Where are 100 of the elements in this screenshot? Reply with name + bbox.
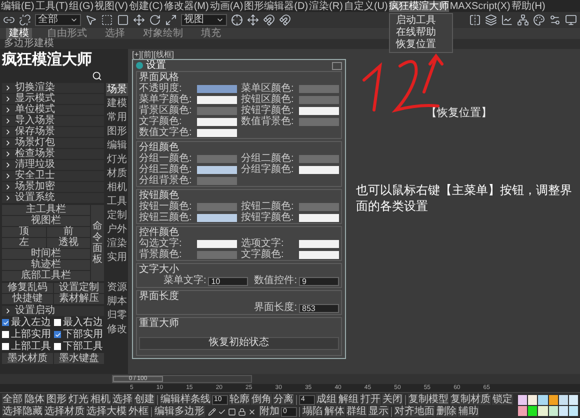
unlink-icon[interactable] xyxy=(19,14,31,26)
color-swatch[interactable] xyxy=(197,176,237,184)
color-swatch[interactable] xyxy=(299,154,339,162)
ribbon-tab[interactable]: 建模 xyxy=(6,28,32,39)
color-swatch[interactable] xyxy=(197,106,237,114)
color-swatch[interactable] xyxy=(299,106,339,114)
palette-swatch[interactable] xyxy=(518,395,528,405)
panel-item[interactable]: 切换渲染 xyxy=(2,83,104,93)
panel-item[interactable]: 清理垃圾 xyxy=(2,160,104,170)
menu-item[interactable]: 视图(V) xyxy=(94,0,128,12)
link-icon[interactable] xyxy=(3,14,15,26)
toolbar-button[interactable]: 选择大模 xyxy=(86,406,127,417)
side-tab[interactable]: 灯光 xyxy=(106,153,128,166)
layout-button[interactable]: 轨迹栏 xyxy=(2,260,90,270)
toolbar-button[interactable]: 轮廓 xyxy=(229,394,250,405)
color-swatch[interactable] xyxy=(299,214,339,222)
mirror-icon[interactable] xyxy=(469,14,481,26)
palette-swatch[interactable] xyxy=(518,406,528,416)
palette-swatch[interactable] xyxy=(548,406,558,416)
color-swatch[interactable] xyxy=(197,128,237,136)
palette-swatch[interactable] xyxy=(548,395,558,405)
checkbox[interactable] xyxy=(2,331,9,338)
menu-item[interactable]: MAXScript(X) xyxy=(450,0,510,12)
toolbar-button[interactable]: 选择隐藏 xyxy=(2,406,43,417)
toolbar-button[interactable]: 删除 xyxy=(436,406,457,417)
render-frame-icon[interactable] xyxy=(565,14,577,26)
toolbar-button[interactable]: 复制材质 xyxy=(450,394,491,405)
panel-item[interactable]: 检查场景 xyxy=(2,149,104,159)
side-tab[interactable]: 常用 xyxy=(106,111,128,124)
side-tab[interactable]: 实用 xyxy=(106,251,128,264)
toolbar-button[interactable]: 相机 xyxy=(90,394,111,405)
menu-item[interactable]: 组(G) xyxy=(69,0,94,12)
toolbar-button[interactable]: 显示 xyxy=(368,406,389,417)
toolbar-button[interactable]: 图形 xyxy=(46,394,67,405)
move-icon[interactable] xyxy=(247,14,259,26)
color-swatch[interactable] xyxy=(197,154,237,162)
palette-swatch[interactable] xyxy=(538,406,548,416)
layout-button[interactable]: 左 xyxy=(2,238,46,248)
window-icon[interactable] xyxy=(117,14,129,26)
toolbar-button[interactable]: 选择材质 xyxy=(44,406,85,417)
palette-swatch[interactable] xyxy=(568,406,578,416)
layout-button[interactable]: 透视 xyxy=(46,238,90,248)
color-swatch[interactable] xyxy=(197,250,237,258)
side-tab[interactable]: 户外 xyxy=(106,223,128,236)
schematic-icon[interactable] xyxy=(517,14,529,26)
number-field[interactable]: 10 xyxy=(208,276,248,286)
reset-button[interactable]: 恢复初始状态 xyxy=(139,336,339,350)
palette-swatch[interactable] xyxy=(568,395,578,405)
tool-button[interactable]: 墨水键盘 xyxy=(54,353,104,364)
toolbar-button[interactable]: 打开 xyxy=(360,394,381,405)
toolbar-button[interactable]: 复制模型 xyxy=(408,394,449,405)
checkbox[interactable] xyxy=(54,319,61,326)
pivot-icon[interactable] xyxy=(231,14,243,26)
search-icon[interactable] xyxy=(92,71,102,81)
ribbon-tab[interactable]: 自由形式 xyxy=(44,28,90,39)
color-swatch[interactable] xyxy=(299,250,339,258)
scale-icon[interactable] xyxy=(165,14,177,26)
menu-item[interactable]: 工具(T) xyxy=(35,0,68,12)
tool-button[interactable]: 修复乱码 xyxy=(2,283,52,293)
ribbon-tab[interactable]: 填充 xyxy=(198,28,224,39)
side-tab[interactable]: 修改 xyxy=(106,323,128,336)
color-swatch[interactable] xyxy=(299,202,339,210)
color-swatch[interactable] xyxy=(197,118,237,126)
palette-swatch[interactable] xyxy=(528,406,538,416)
palette-swatch[interactable] xyxy=(528,395,538,405)
tool-button[interactable]: 设置定制 xyxy=(54,283,104,293)
menu-item[interactable]: 创建(C) xyxy=(128,0,163,12)
checkbox[interactable] xyxy=(54,331,61,338)
palette-swatch[interactable] xyxy=(558,406,568,416)
toolbar-button[interactable]: 外框 xyxy=(128,406,149,417)
coordinate-dropdown[interactable]: 视图 xyxy=(181,14,227,26)
select-icon[interactable] xyxy=(85,14,97,26)
side-tab[interactable]: 归零 xyxy=(106,309,128,322)
side-tab[interactable]: 图形 xyxy=(106,125,128,138)
toolbar-button[interactable]: 编辑样条线 xyxy=(160,394,211,405)
panel-item[interactable]: 设置系统 xyxy=(2,193,104,203)
side-tab[interactable]: 资源 xyxy=(106,281,128,294)
menu-item[interactable]: 帮助(H) xyxy=(511,0,546,12)
ribbon-tab[interactable]: 选择 xyxy=(102,28,128,39)
color-swatch[interactable] xyxy=(197,96,237,104)
layout-button[interactable]: 主工具栏 xyxy=(2,205,90,215)
toolbar-button[interactable]: 解体 xyxy=(324,406,345,417)
curve-icon[interactable] xyxy=(501,14,513,26)
panel-item[interactable]: 显示模式 xyxy=(2,94,104,104)
palette-swatch[interactable] xyxy=(538,395,548,405)
side-tab[interactable]: 脚本 xyxy=(106,295,128,308)
toolbar-button[interactable]: 附加 xyxy=(259,406,280,417)
menu-item[interactable]: 图形编辑器(D) xyxy=(244,0,308,12)
number-field[interactable]: 9 xyxy=(299,276,339,286)
menu-option[interactable]: 恢复位置 xyxy=(390,38,452,50)
toolbar-button[interactable]: 选择 xyxy=(112,394,133,405)
toolbar-button[interactable]: 辅助 xyxy=(458,406,479,417)
toolbar-button[interactable]: 倒角 xyxy=(251,394,272,405)
palette-swatch[interactable] xyxy=(558,395,568,405)
color-swatch[interactable] xyxy=(197,84,237,92)
color-swatch[interactable] xyxy=(197,202,237,210)
color-swatch[interactable] xyxy=(299,118,339,126)
panel-item[interactable]: 单位模式 xyxy=(2,105,104,115)
viewport-label[interactable]: [+][前][线框] xyxy=(132,50,580,59)
side-tab[interactable]: 材质 xyxy=(106,167,128,180)
